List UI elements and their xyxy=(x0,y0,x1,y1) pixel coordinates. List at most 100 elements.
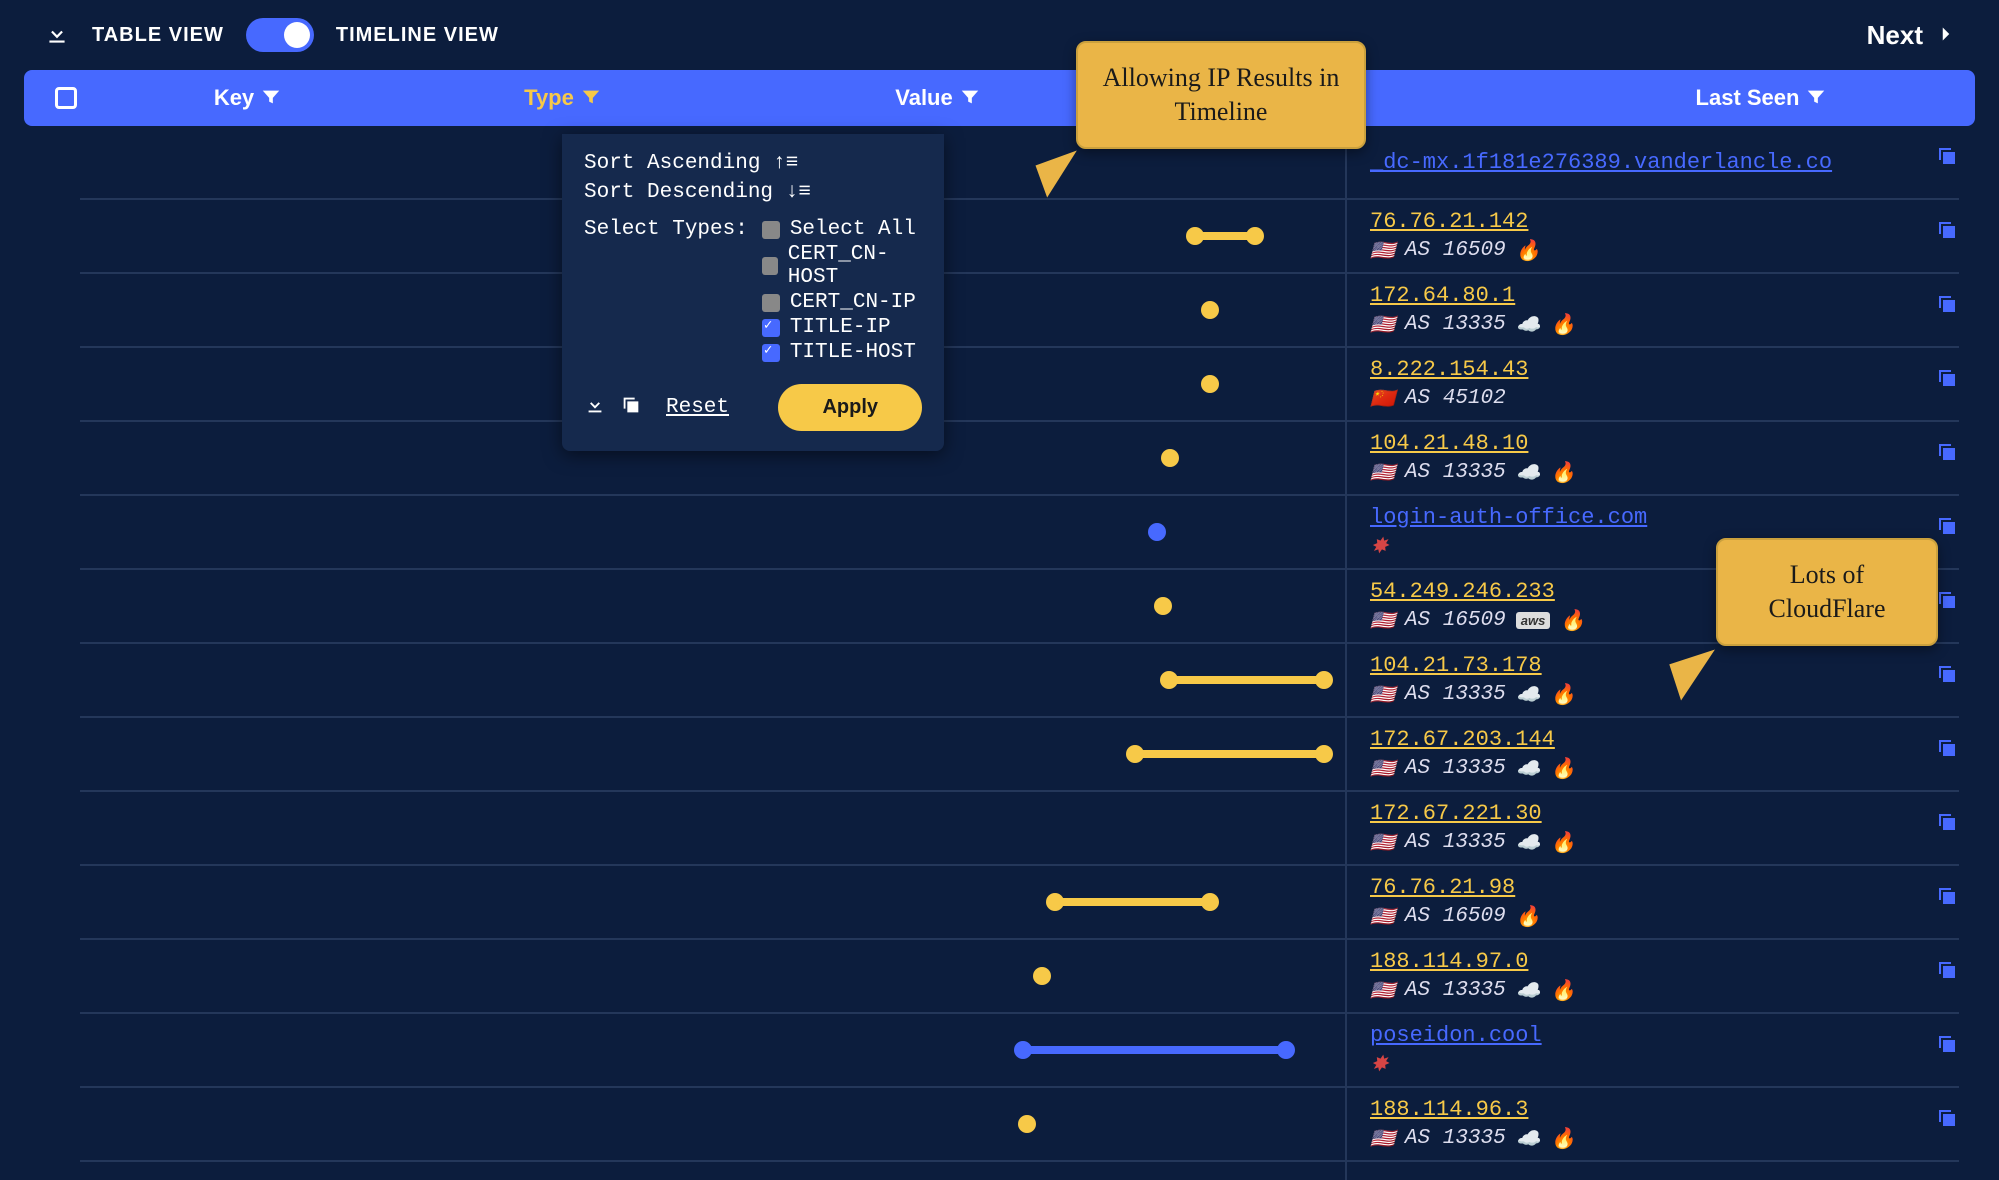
filter-icon xyxy=(959,85,981,110)
result-link[interactable]: 172.67.221.30 xyxy=(1370,801,1542,826)
asn-label: AS 13335 xyxy=(1405,313,1506,336)
flag-icon: 🇺🇸 xyxy=(1370,460,1395,486)
timeline-view-label[interactable]: TIMELINE VIEW xyxy=(336,24,499,47)
result-link[interactable]: 188.114.96.3 xyxy=(1370,1097,1528,1122)
cloud-icon: ☁️ xyxy=(1516,312,1541,338)
timeline-cell xyxy=(80,792,1370,864)
result-link[interactable]: 76.76.21.98 xyxy=(1370,875,1515,900)
filter-option[interactable]: CERT_CN-IP xyxy=(762,291,922,314)
timeline-dot xyxy=(1018,1115,1036,1133)
fire-icon: 🔥 xyxy=(1551,312,1576,338)
timeline-dot xyxy=(1201,893,1219,911)
timeline-dot xyxy=(1186,227,1204,245)
copy-icon[interactable] xyxy=(1935,292,1959,320)
copy-icon[interactable] xyxy=(1935,810,1959,838)
checkbox[interactable] xyxy=(762,221,780,239)
burst-icon: ✸ xyxy=(1370,534,1388,560)
fire-icon: 🔥 xyxy=(1551,978,1576,1004)
filter-option[interactable]: Select All xyxy=(762,218,922,241)
timeline-dot xyxy=(1201,375,1219,393)
row-info: 172.64.80.1🇺🇸AS 13335☁️🔥 xyxy=(1370,275,1959,346)
col-last-seen[interactable]: Last Seen xyxy=(1568,85,1955,111)
table-row: 8.222.154.43🇨🇳AS 45102 xyxy=(80,348,1959,422)
chevron-right-icon xyxy=(1933,20,1959,51)
result-link[interactable]: 76.76.21.142 xyxy=(1370,209,1528,234)
timeline-cell xyxy=(80,496,1370,568)
timeline-dot xyxy=(1154,597,1172,615)
checkbox[interactable] xyxy=(762,344,780,362)
table-row: 104.21.48.10 🇺🇸AS 13335☁️🔥 xyxy=(80,422,1959,496)
copy-icon[interactable] xyxy=(1935,1106,1959,1134)
timeline-dot xyxy=(1161,449,1179,467)
checkbox[interactable] xyxy=(762,319,780,337)
filter-option[interactable]: TITLE-IP xyxy=(762,316,922,339)
fire-icon: 🔥 xyxy=(1551,1126,1576,1152)
sort-ascending[interactable]: Sort Ascending ↑≡ xyxy=(584,152,922,175)
row-info: poseidon.cool✸ xyxy=(1370,1015,1959,1086)
result-link[interactable]: poseidon.cool xyxy=(1370,1023,1542,1048)
col-key[interactable]: Key xyxy=(88,85,408,111)
reset-button[interactable]: Reset xyxy=(666,396,729,419)
timeline-cell xyxy=(80,570,1370,642)
download-icon[interactable] xyxy=(44,21,70,50)
next-button[interactable]: Next xyxy=(1867,20,1959,51)
result-link[interactable]: 104.21.48.10 xyxy=(1370,431,1528,456)
table-view-label[interactable]: TABLE VIEW xyxy=(92,24,224,47)
cloud-icon: ☁️ xyxy=(1516,978,1541,1004)
type-filter-popup: Sort Ascending ↑≡ Sort Descending ↓≡ Sel… xyxy=(562,134,944,451)
timeline-dot xyxy=(1246,227,1264,245)
copy-icon[interactable] xyxy=(1935,662,1959,690)
timeline-dot xyxy=(1033,967,1051,985)
result-link[interactable]: 172.64.80.1 xyxy=(1370,283,1515,308)
filter-option[interactable]: TITLE-HOST xyxy=(762,341,922,364)
cloud-icon: ☁️ xyxy=(1516,756,1541,782)
col-type[interactable]: Type xyxy=(408,85,718,111)
copy-icon[interactable] xyxy=(1935,218,1959,246)
copy-icon[interactable] xyxy=(1935,736,1959,764)
sort-desc-icon: ↓≡ xyxy=(786,181,811,204)
next-label: Next xyxy=(1867,20,1923,51)
select-all-checkbox[interactable] xyxy=(55,87,77,109)
copy-icon[interactable] xyxy=(1935,884,1959,912)
result-link[interactable]: 172.67.203.144 xyxy=(1370,727,1555,752)
copy-icon[interactable] xyxy=(1935,958,1959,986)
asn-label: AS 13335 xyxy=(1405,831,1506,854)
row-info: 104.21.48.10 🇺🇸AS 13335☁️🔥 xyxy=(1370,423,1959,494)
timeline-cell xyxy=(80,866,1370,938)
table-header: Key Type Value Last Seen xyxy=(24,70,1975,126)
asn-label: AS 13335 xyxy=(1405,979,1506,1002)
result-link[interactable]: 54.249.246.233 xyxy=(1370,579,1555,604)
table-row: login-auth-office.com ✸ xyxy=(80,496,1959,570)
filter-option[interactable]: CERT_CN-HOST xyxy=(762,243,922,289)
row-info: 188.114.97.0🇺🇸AS 13335☁️🔥 xyxy=(1370,941,1959,1012)
timeline-cell xyxy=(80,940,1370,1012)
copy-icon[interactable] xyxy=(1935,366,1959,394)
filter-option-label: TITLE-IP xyxy=(790,316,891,339)
timeline-dot xyxy=(1148,523,1166,541)
result-link[interactable]: login-auth-office.com xyxy=(1370,505,1647,530)
copy-icon[interactable] xyxy=(1935,514,1959,542)
filter-option-label: Select All xyxy=(790,218,916,241)
view-toggle[interactable] xyxy=(246,18,314,52)
timeline-bar xyxy=(1055,898,1210,906)
row-meta: 🇺🇸AS 13335☁️🔥 xyxy=(1370,460,1959,486)
timeline-cell xyxy=(80,644,1370,716)
copy-icon[interactable] xyxy=(1935,1032,1959,1060)
flag-icon: 🇺🇸 xyxy=(1370,756,1395,782)
result-link[interactable]: 188.114.97.0 xyxy=(1370,949,1528,974)
checkbox[interactable] xyxy=(762,257,778,275)
row-meta: 🇺🇸AS 13335☁️🔥 xyxy=(1370,682,1959,708)
copy-icon[interactable] xyxy=(1935,588,1959,616)
copy-icon[interactable] xyxy=(1935,440,1959,468)
copy-icon[interactable] xyxy=(620,394,642,420)
apply-button[interactable]: Apply xyxy=(778,384,922,431)
checkbox[interactable] xyxy=(762,294,780,312)
download-icon[interactable] xyxy=(584,394,606,420)
timeline-dot xyxy=(1277,1041,1295,1059)
copy-icon[interactable] xyxy=(1935,144,1959,172)
result-link[interactable]: 104.21.73.178 xyxy=(1370,653,1542,678)
row-info: _dc-mx.1f181e276389.vanderlancle.co xyxy=(1370,142,1959,183)
result-link[interactable]: 8.222.154.43 xyxy=(1370,357,1528,382)
sort-descending[interactable]: Sort Descending ↓≡ xyxy=(584,181,922,204)
result-link[interactable]: _dc-mx.1f181e276389.vanderlancle.co xyxy=(1370,150,1832,175)
